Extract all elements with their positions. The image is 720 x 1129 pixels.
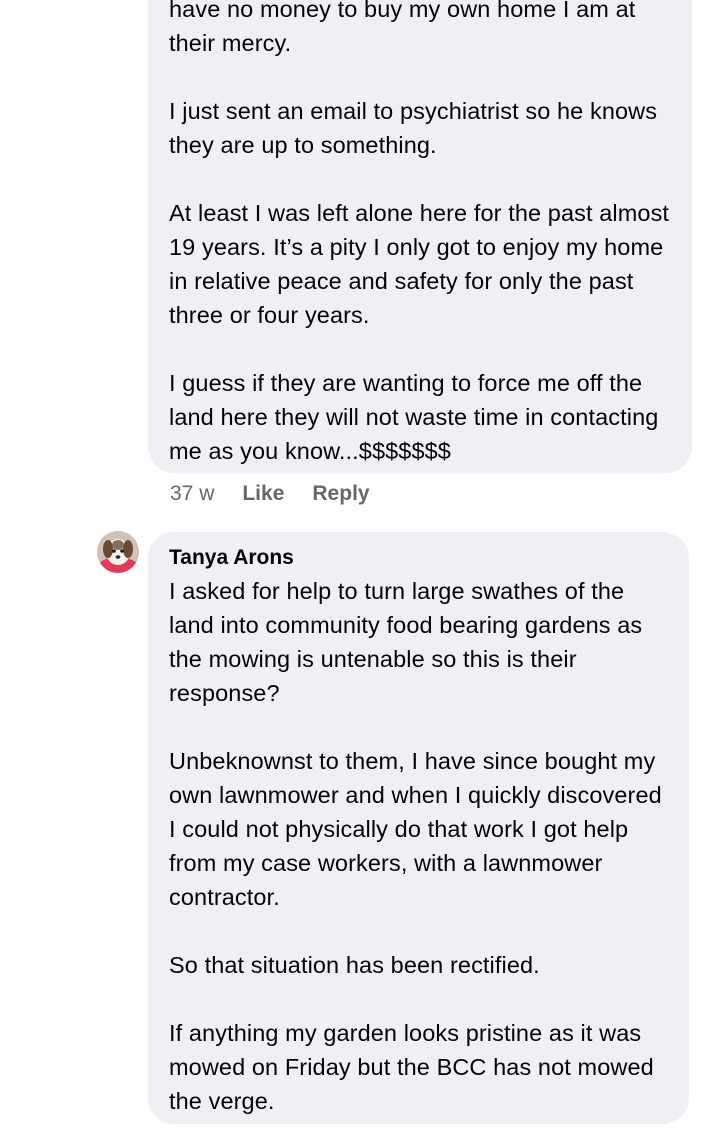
comment-timestamp[interactable]: 37 w <box>170 482 214 506</box>
comment-bubble: Tanya Arons I asked for help to turn lar… <box>148 532 689 1124</box>
comment-paragraph: have no money to buy my own home I am at… <box>169 0 636 56</box>
reply-button[interactable]: Reply <box>312 482 369 506</box>
comment-paragraph: I just sent an email to psychiatrist so … <box>169 98 658 158</box>
comment-paragraph: At least I was left alone here for the p… <box>169 200 670 328</box>
comment-paragraph: I asked for help to turn large swathes o… <box>169 578 643 706</box>
profile-photo-dog-icon <box>97 531 139 573</box>
like-button[interactable]: Like <box>242 482 284 506</box>
comment-paragraph: If anything my garden looks pristine as … <box>169 1020 654 1114</box>
comment-paragraph: I guess if they are wanting to force me … <box>169 370 659 464</box>
comment-author[interactable]: Tanya Arons <box>169 542 669 574</box>
comment-thread: have no money to buy my own home I am at… <box>0 0 720 1129</box>
comment-paragraph: Unbeknownst to them, I have since bought… <box>169 748 662 910</box>
comment-paragraph: So that situation has been rectified. <box>169 952 540 978</box>
comment-bubble: have no money to buy my own home I am at… <box>148 0 692 473</box>
avatar[interactable] <box>97 531 139 573</box>
comment-actions: 37 w Like Reply <box>170 479 398 509</box>
